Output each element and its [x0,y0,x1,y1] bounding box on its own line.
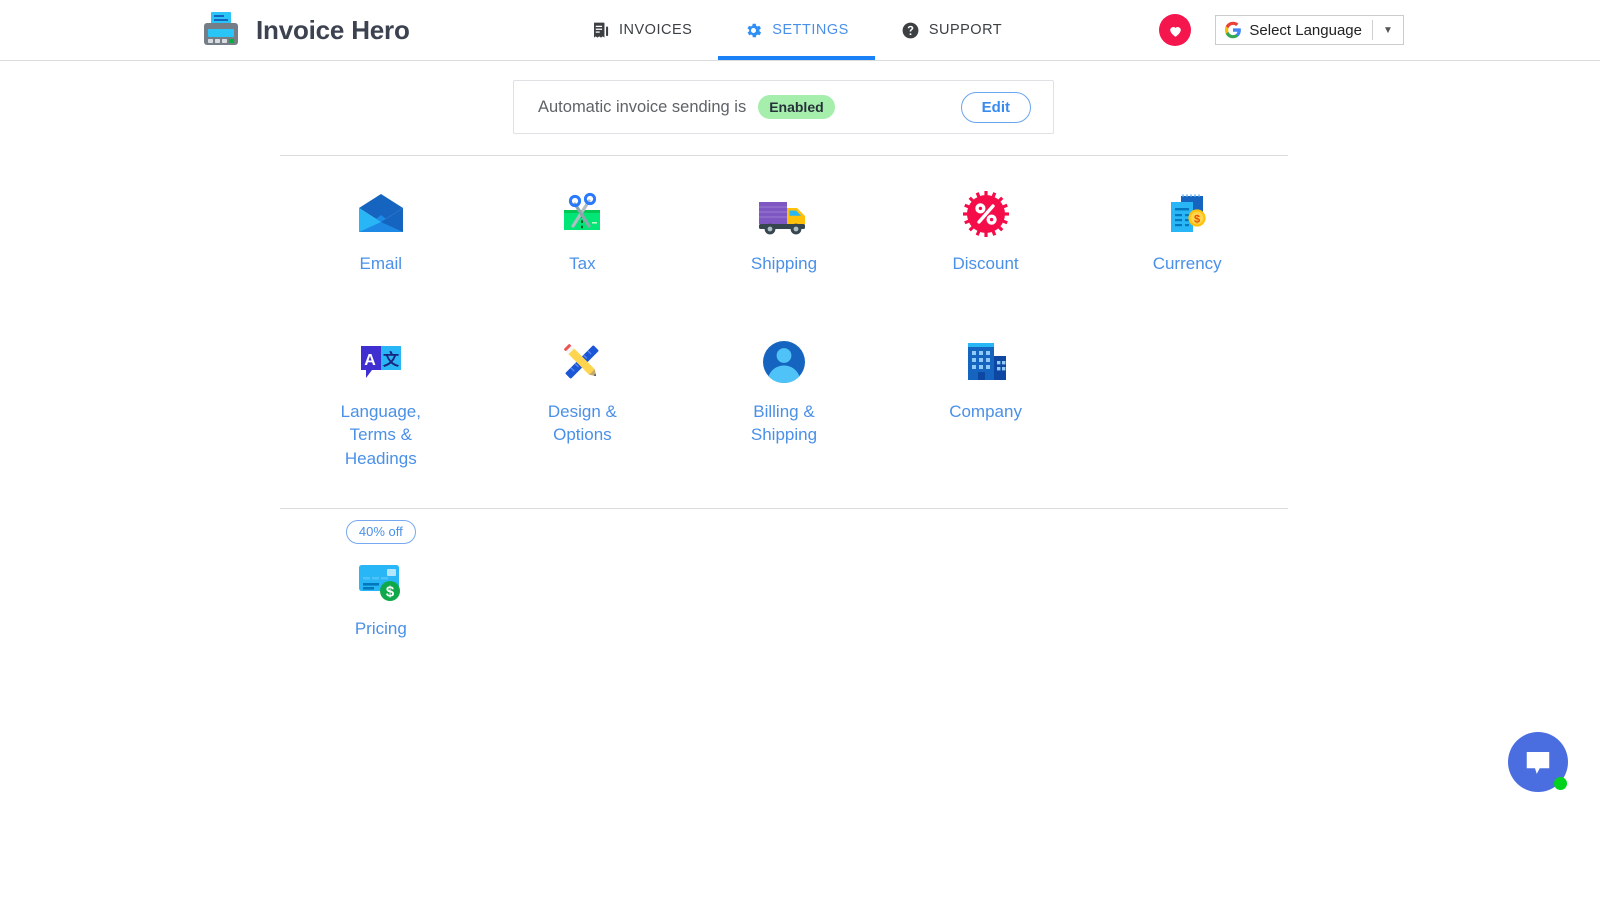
discount-badge: 40% off [346,520,416,544]
tile-currency[interactable]: $ Currency [1086,185,1288,275]
settings-grid-row-2: A 文 Language, Terms & Headings [280,333,1288,470]
tile-company[interactable]: Company [885,333,1087,470]
settings-grid-row-3: 40% off $ Pricing [280,520,1288,640]
chat-widget-button[interactable] [1508,732,1568,792]
chevron-down-icon[interactable]: ▼ [1373,25,1403,36]
gear-icon [744,21,763,40]
svg-text:文: 文 [383,350,400,369]
tile-label: Tax [569,252,595,275]
pencil-ruler-icon [553,333,611,391]
tile-billing-shipping[interactable]: Billing & Shipping [683,333,885,470]
tile-label: Language, Terms & Headings [321,400,441,470]
app-header: Invoice Hero INVOICES SETTINGS [0,0,1600,61]
nav-label: SETTINGS [772,22,849,38]
credit-card-dollar-icon: $ [352,550,410,608]
nav-item-invoices[interactable]: INVOICES [565,0,718,60]
svg-text:$: $ [386,583,395,600]
scissors-coupon-icon [553,185,611,243]
nav-item-settings[interactable]: SETTINGS [718,0,875,60]
office-building-icon [957,333,1015,391]
header-right: Select Language ▼ [1159,0,1404,60]
translate-icon: A 文 [352,333,410,391]
percent-badge-icon [957,185,1015,243]
tile-language-terms-headings[interactable]: A 文 Language, Terms & Headings [280,333,482,470]
edit-button[interactable]: Edit [961,92,1031,123]
tile-email[interactable]: Email [280,185,482,275]
tile-label: Email [360,252,403,275]
tile-label: Design & Options [522,400,642,447]
printer-invoice-icon [200,9,242,51]
tile-label: Currency [1153,252,1222,275]
brand-name: Invoice Hero [256,15,410,46]
status-badge: Enabled [758,95,834,119]
divider-top [280,155,1288,156]
divider-bottom [280,508,1288,509]
tile-label: Billing & Shipping [724,400,844,447]
tile-label: Pricing [355,617,407,640]
tile-label: Company [949,400,1022,423]
nav-label: INVOICES [619,22,692,38]
tile-discount[interactable]: Discount [885,185,1087,275]
nav-item-support[interactable]: SUPPORT [875,0,1028,60]
banknote-coin-icon: $ [1158,185,1216,243]
settings-grid-row-1: Email Tax [280,185,1288,275]
auto-send-banner: Automatic invoice sending is Enabled Edi… [513,80,1054,134]
language-label: Select Language [1242,22,1372,39]
help-circle-icon [901,21,920,40]
tile-empty [1086,333,1288,470]
tile-label: Shipping [751,252,817,275]
online-status-dot [1554,777,1567,790]
language-select[interactable]: Select Language ▼ [1215,15,1404,45]
google-g-icon [1216,21,1242,39]
tile-shipping[interactable]: Shipping [683,185,885,275]
banner-text: Automatic invoice sending is [538,98,746,117]
tile-design-options[interactable]: Design & Options [482,333,684,470]
chat-bubble-icon [1523,747,1553,777]
delivery-truck-icon [755,185,813,243]
brand: Invoice Hero [200,0,410,60]
tile-tax[interactable]: Tax [482,185,684,275]
svg-text:A: A [364,352,376,369]
tile-label: Discount [953,252,1019,275]
person-avatar-icon [755,333,813,391]
heart-icon[interactable] [1159,14,1191,46]
tile-pricing[interactable]: 40% off $ Pricing [280,520,482,640]
main-nav: INVOICES SETTINGS SUPPORT [565,0,1028,60]
envelope-icon [352,185,410,243]
nav-label: SUPPORT [929,22,1002,38]
receipt-icon [591,21,610,40]
svg-text:$: $ [1194,213,1200,225]
